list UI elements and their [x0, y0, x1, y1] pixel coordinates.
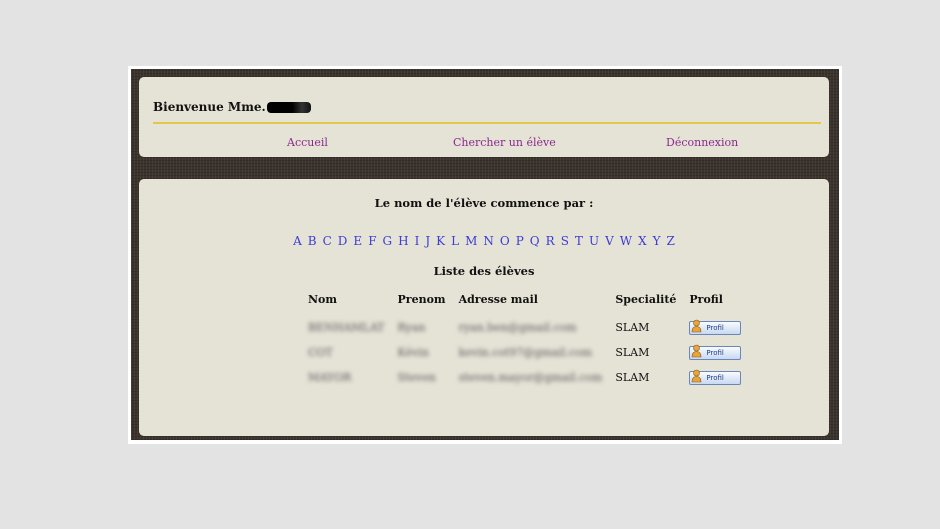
student-email: steven.mayor@gmail.com: [458, 370, 603, 384]
letter-link-s[interactable]: S: [561, 234, 569, 248]
profil-button[interactable]: Profil: [689, 319, 742, 335]
user-icon: [692, 344, 702, 357]
student-specialite: SLAM: [615, 320, 650, 334]
letter-link-y[interactable]: Y: [653, 234, 661, 248]
profil-button-label: Profil: [706, 323, 724, 332]
letter-link-u[interactable]: U: [589, 234, 599, 248]
profil-cell: Profil: [685, 319, 750, 344]
student-specialite: SLAM: [615, 370, 650, 384]
student-prenom: Ryan: [397, 320, 426, 334]
letter-link-p[interactable]: P: [516, 234, 524, 248]
letter-link-l[interactable]: L: [451, 234, 459, 248]
letter-link-b[interactable]: B: [308, 234, 317, 248]
welcome-text: Bienvenue Mme.: [153, 100, 266, 114]
letter-link-q[interactable]: Q: [530, 234, 540, 248]
letter-link-h[interactable]: H: [398, 234, 408, 248]
letter-link-f[interactable]: F: [368, 234, 376, 248]
table-header-row: Nom Prenom Adresse mail Specialité Profi…: [304, 293, 750, 319]
student-email: kevin.cot97@gmail.com: [458, 345, 593, 359]
student-nom: BENHAMLAT: [308, 320, 385, 334]
letter-link-e[interactable]: E: [353, 234, 362, 248]
user-icon: [692, 319, 702, 332]
welcome-message: Bienvenue Mme.: [153, 100, 311, 114]
letter-link-a[interactable]: A: [293, 234, 302, 248]
profil-button-label: Profil: [706, 373, 724, 382]
nav-deconnexion-link[interactable]: Déconnexion: [666, 136, 738, 149]
letter-link-o[interactable]: O: [500, 234, 510, 248]
column-header-prenom: Prenom: [397, 293, 446, 306]
profil-cell: Profil: [685, 369, 750, 394]
table-row: MAYOR Steven steven.mayor@gmail.com SLAM…: [304, 369, 750, 394]
student-prenom: Kévin: [397, 345, 429, 359]
letter-link-g[interactable]: G: [383, 234, 393, 248]
letter-link-m[interactable]: M: [465, 234, 477, 248]
letter-link-i[interactable]: I: [415, 234, 420, 248]
main-panel: Le nom de l'élève commence par : ABCDEFG…: [139, 179, 829, 436]
student-prenom: Steven: [397, 370, 436, 384]
alphabet-filter: ABCDEFGHIJKLMNOPQRSTUVWXYZ: [139, 230, 829, 249]
letter-link-d[interactable]: D: [338, 234, 348, 248]
header-divider: [153, 122, 821, 124]
student-list-title: Liste des élèves: [433, 264, 535, 278]
letter-link-t[interactable]: T: [575, 234, 583, 248]
redacted-name: [266, 101, 311, 113]
letter-filter-prompt: Le nom de l'élève commence par :: [374, 196, 594, 210]
table-row: COT Kévin kevin.cot97@gmail.com SLAM Pro…: [304, 344, 750, 369]
letter-link-v[interactable]: V: [605, 234, 614, 248]
header-panel: Bienvenue Mme. Accueil Chercher un élève…: [139, 77, 829, 157]
column-header-profil: Profil: [689, 293, 723, 306]
column-header-email: Adresse mail: [458, 293, 538, 306]
profil-cell: Profil: [685, 344, 750, 369]
letter-link-j[interactable]: J: [425, 234, 430, 248]
profil-button[interactable]: Profil: [689, 369, 742, 385]
letter-link-k[interactable]: K: [436, 234, 445, 248]
letter-link-n[interactable]: N: [483, 234, 494, 248]
letter-link-w[interactable]: W: [620, 234, 632, 248]
user-icon: [692, 369, 702, 382]
students-table: Nom Prenom Adresse mail Specialité Profi…: [304, 293, 750, 394]
column-header-nom: Nom: [308, 293, 338, 306]
profil-button-label: Profil: [706, 348, 724, 357]
letter-link-r[interactable]: R: [546, 234, 555, 248]
browser-frame: Bienvenue Mme. Accueil Chercher un élève…: [128, 66, 842, 444]
table-row: BENHAMLAT Ryan ryan.ben@gmail.com SLAM P…: [304, 319, 750, 344]
nav-chercher-eleve-link[interactable]: Chercher un élève: [453, 136, 556, 149]
student-specialite: SLAM: [615, 345, 650, 359]
profil-button[interactable]: Profil: [689, 344, 742, 360]
letter-link-x[interactable]: X: [638, 234, 647, 248]
letter-link-z[interactable]: Z: [667, 234, 675, 248]
student-email: ryan.ben@gmail.com: [458, 320, 577, 334]
nav-accueil-link[interactable]: Accueil: [287, 136, 328, 149]
column-header-specialite: Specialité: [615, 293, 677, 306]
student-nom: MAYOR: [308, 370, 352, 384]
letter-link-c[interactable]: C: [323, 234, 332, 248]
page-background: Bienvenue Mme. Accueil Chercher un élève…: [131, 69, 839, 440]
student-nom: COT: [308, 345, 333, 359]
